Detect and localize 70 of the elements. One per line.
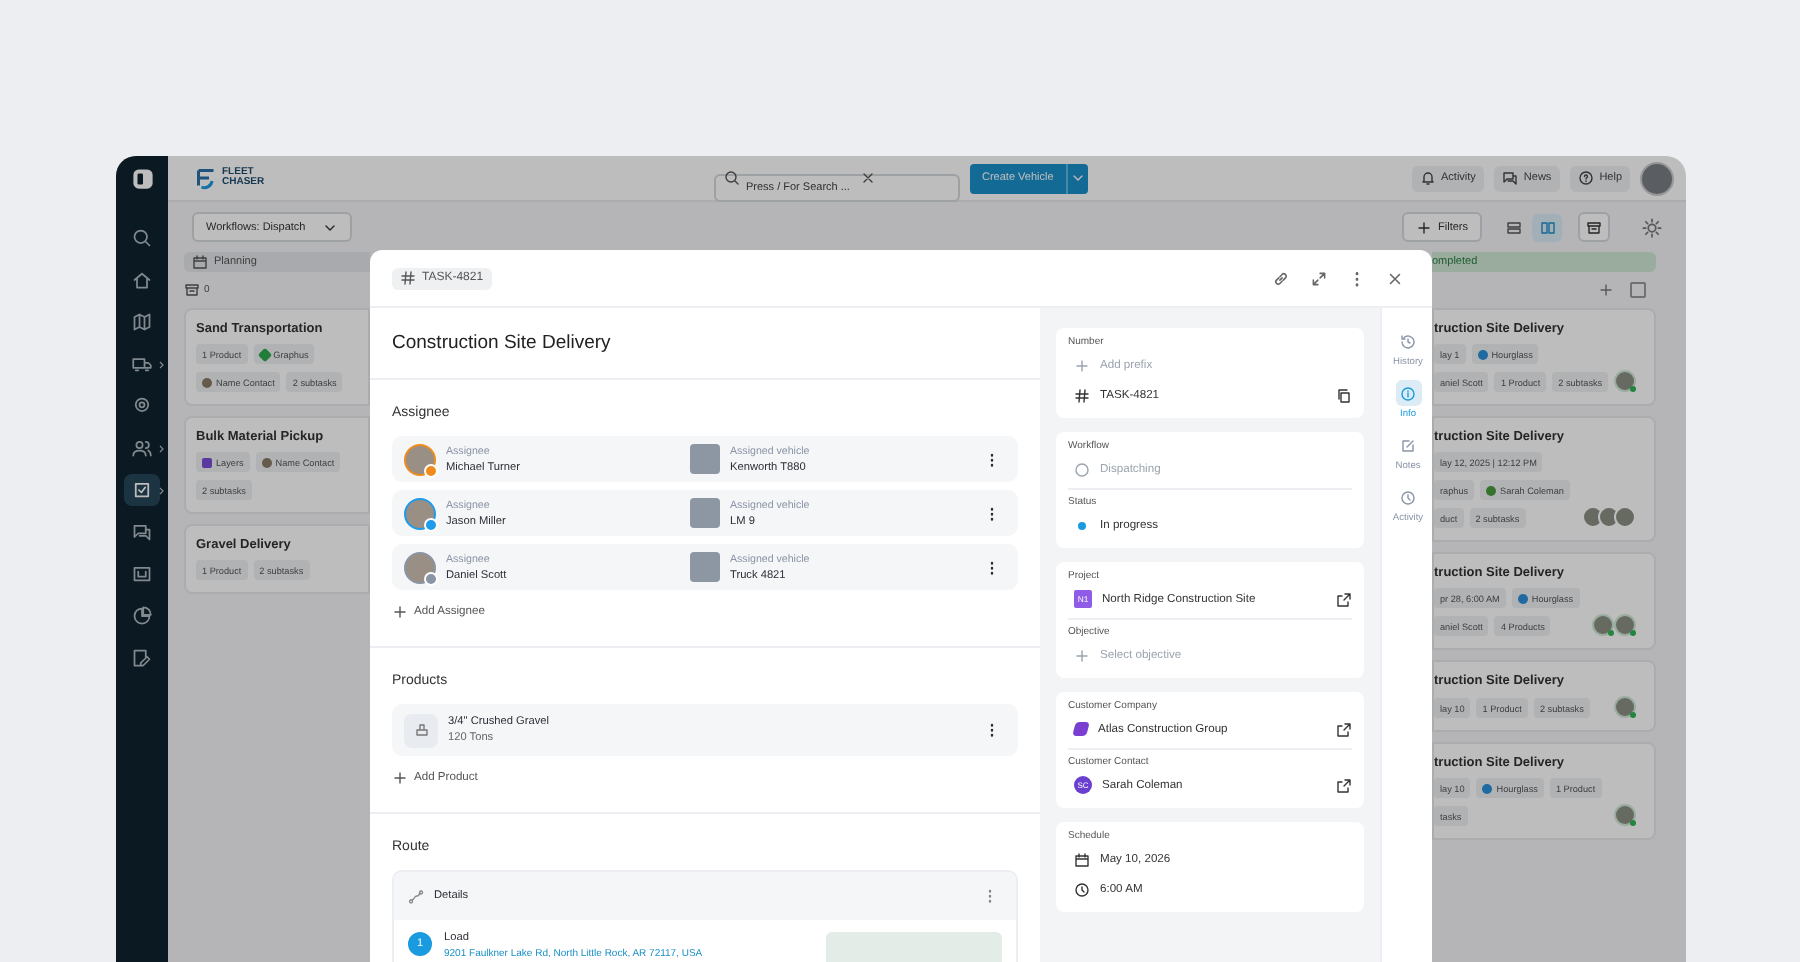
dropdown-button[interactable] [1065,163,1088,193]
users-icon [132,438,152,458]
chat-icon [132,522,152,542]
help-icon [1577,170,1594,186]
plus-icon [1074,357,1090,373]
photo-placeholder [690,498,720,528]
checkbox[interactable] [1630,282,1646,298]
plus-icon [1416,219,1433,235]
user-avatar[interactable] [1640,161,1674,195]
external-link-icon[interactable] [1336,591,1352,607]
product-icon [404,713,438,747]
online-dot [1608,630,1614,636]
close-icon[interactable] [1386,269,1404,287]
archive-icon [184,282,200,298]
clock-icon [1399,489,1416,505]
archive-button[interactable] [1578,212,1610,242]
online-dot [1630,630,1636,636]
avatar-icon [1486,485,1497,495]
clock-icon [1074,881,1090,897]
logo-icon [194,166,218,190]
chevron-icon [158,443,164,453]
search-icon [132,228,152,248]
external-link-icon[interactable] [1336,777,1352,793]
plus-icon [1074,647,1090,663]
plus-icon [392,604,408,620]
caret-icon [1069,170,1086,186]
hash-icon [400,270,416,286]
bell-icon [1419,170,1435,186]
chat-icon [1501,170,1518,186]
sidebar-item[interactable] [124,474,160,506]
archive-icon [1586,219,1602,235]
chevron-icon [158,359,164,369]
pie-icon [132,606,152,626]
online-dot [1630,820,1636,826]
calendar-icon [1074,851,1090,867]
external-link-icon[interactable] [1336,721,1352,737]
list-view-icon [1505,219,1521,235]
link-icon[interactable] [1272,269,1290,287]
online-dot [1630,386,1636,392]
note-icon [1400,437,1416,453]
settings-icon[interactable] [1642,217,1662,237]
photo-placeholder [690,552,720,582]
search-icon [724,170,740,186]
info-icon [1400,385,1416,401]
close-icon[interactable] [860,170,876,186]
chevron-icon [158,485,164,495]
task-title: Construction Site Delivery [392,330,613,358]
photo-placeholder [690,444,720,474]
home-icon [132,270,152,290]
tasks-icon [132,480,152,500]
idcard-icon [132,564,152,584]
hash-icon [1074,387,1090,403]
map-icon [132,312,152,332]
app-logo-icon[interactable] [131,168,153,190]
avatar-icon [202,377,212,387]
view-toggle[interactable] [1532,213,1562,241]
company-logo-icon [1072,722,1090,736]
pin-icon [132,396,152,416]
workflow-icon [1074,461,1090,477]
calendar-icon [192,254,208,270]
edit-icon [132,648,152,668]
route-icon [408,888,424,904]
avatar-icon [261,457,272,467]
online-dot [1630,712,1636,718]
expand-icon[interactable] [1310,269,1328,287]
copy-icon[interactable] [1336,387,1352,403]
truck-icon [132,354,152,374]
board-view-icon [1539,219,1555,235]
plus-icon [392,770,408,786]
history-icon [1400,333,1416,349]
